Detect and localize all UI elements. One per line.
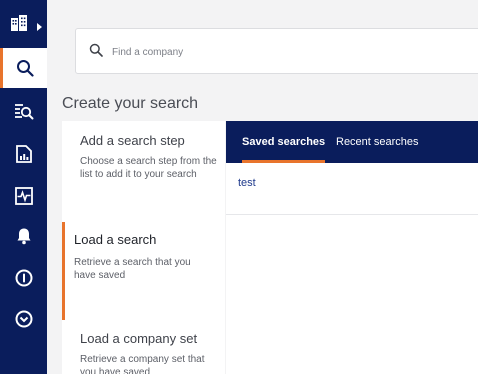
tab-recent-searches[interactable]: Recent searches [336,121,419,163]
report-icon [15,145,32,163]
step-title: Load a company set [80,331,198,346]
search-list-icon [14,104,33,120]
company-search-box[interactable] [75,28,478,74]
step-load-company-set[interactable]: Load a company set Retrieve a company se… [62,320,225,374]
search-icon [89,43,103,57]
nav-rail [0,0,47,374]
main-area: Create your search Add a search step Cho… [47,0,478,374]
step-description: Choose a search step from the list to ad… [80,156,217,180]
alert-circle-icon [15,269,32,287]
pulse-icon [14,187,33,205]
rail-reports-button[interactable] [0,134,47,174]
step-load-search[interactable]: Load a search Retrieve a search that you… [62,222,225,320]
search-steps-list: Add a search step Choose a search step f… [62,121,225,374]
company-menu-button[interactable] [0,5,47,41]
saved-search-item[interactable]: test [238,177,256,189]
buildings-icon [11,15,27,31]
rail-advanced-search-button[interactable] [0,91,47,131]
panel-empty-area [226,216,478,374]
rail-more-button[interactable] [0,299,47,339]
saved-searches-panel: Saved searches Recent searches test [226,121,478,374]
step-description: Retrieve a company set that you have sav… [80,354,205,374]
rail-search-button[interactable] [0,48,47,88]
caret-right-icon [37,23,42,31]
chevron-circle-icon [15,310,32,328]
rail-notices-button[interactable] [0,258,47,298]
bell-icon [17,228,30,245]
rail-alerts-button[interactable] [0,216,47,256]
search-input[interactable] [112,41,412,63]
saved-searches-list: test [226,163,478,215]
search-icon [17,60,34,77]
search-tabs: Saved searches Recent searches [226,121,478,163]
step-add-search-step[interactable]: Add a search step Choose a search step f… [62,121,225,222]
rail-monitoring-button[interactable] [0,176,47,216]
tab-saved-searches[interactable]: Saved searches [242,121,326,163]
step-description: Retrieve a search that you have saved [74,257,191,281]
step-title: Load a search [74,232,157,247]
step-title: Add a search step [80,133,185,148]
page-title: Create your search [62,95,199,112]
